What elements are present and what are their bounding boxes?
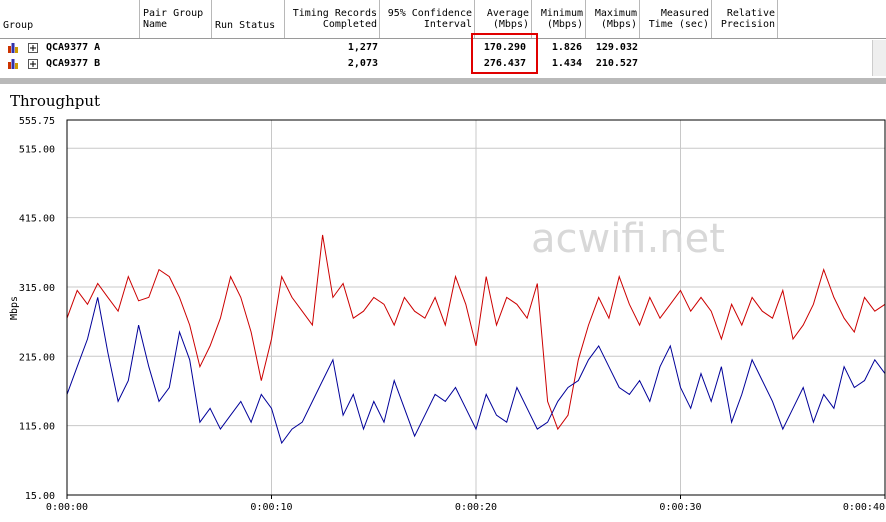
col-maximum[interactable]: Maximum (Mbps) bbox=[586, 0, 640, 38]
pair-name: QCA9377 B bbox=[46, 58, 101, 69]
y-axis-label: Mbps bbox=[9, 296, 20, 320]
expand-icon[interactable] bbox=[28, 43, 38, 53]
x-tick-label: 0:00:10 bbox=[250, 502, 292, 513]
pair-name: QCA9377 A bbox=[46, 42, 101, 53]
x-tick-label: 0:00:00 bbox=[46, 502, 88, 513]
chart-title: Throughput bbox=[10, 92, 101, 110]
col-minimum[interactable]: Minimum (Mbps) bbox=[532, 0, 586, 38]
series-line-a bbox=[66, 234, 886, 431]
col-group[interactable]: Group bbox=[0, 0, 140, 38]
y-tick-label: 15.00 bbox=[25, 491, 55, 502]
x-tick-label: 0:00:20 bbox=[455, 502, 497, 513]
table-row[interactable]: QCA9377 A 1,277 170.290 1.826 129.032 bbox=[0, 40, 886, 56]
col-measured-time[interactable]: Measured Time (sec) bbox=[640, 0, 712, 38]
records-completed: 2,073 bbox=[347, 58, 378, 69]
col-relative-precision[interactable]: Relative Precision bbox=[712, 0, 778, 38]
table-header: Group Pair Group Name Run Status Timing … bbox=[0, 0, 886, 39]
y-tick-label: 555.75 bbox=[19, 116, 55, 127]
y-tick-label: 515.00 bbox=[19, 144, 55, 155]
table-row[interactable]: QCA9377 B 2,073 276.437 1.434 210.527 bbox=[0, 56, 886, 72]
records-completed: 1,277 bbox=[347, 42, 378, 53]
table-scrollbar[interactable] bbox=[872, 40, 886, 76]
plot-frame bbox=[66, 119, 886, 496]
y-tick-label: 415.00 bbox=[19, 214, 55, 225]
pair-icon bbox=[8, 59, 18, 69]
col-run-status[interactable]: Run Status bbox=[212, 0, 285, 38]
minimum-value: 1.434 bbox=[551, 58, 582, 69]
col-confidence-interval[interactable]: 95% Confidence Interval bbox=[380, 0, 475, 38]
average-highlight-box bbox=[471, 33, 538, 74]
series-line-b bbox=[66, 297, 886, 445]
x-tick-label: 0:00:40 bbox=[843, 502, 885, 513]
watermark: acwifi.net bbox=[531, 216, 725, 262]
maximum-value: 129.032 bbox=[595, 42, 638, 53]
panel-splitter[interactable] bbox=[0, 78, 886, 84]
minimum-value: 1.826 bbox=[551, 42, 582, 53]
x-tick-label: 0:00:30 bbox=[659, 502, 701, 513]
stats-table: Group Pair Group Name Run Status Timing … bbox=[0, 0, 886, 78]
col-timing-records[interactable]: Timing Records Completed bbox=[285, 0, 380, 38]
pair-icon bbox=[8, 43, 18, 53]
col-pair-group-name[interactable]: Pair Group Name bbox=[140, 0, 212, 38]
maximum-value: 210.527 bbox=[595, 58, 638, 69]
y-tick-label: 315.00 bbox=[19, 283, 55, 294]
expand-icon[interactable] bbox=[28, 59, 38, 69]
y-tick-label: 115.00 bbox=[19, 422, 55, 433]
y-tick-label: 215.00 bbox=[19, 352, 55, 363]
